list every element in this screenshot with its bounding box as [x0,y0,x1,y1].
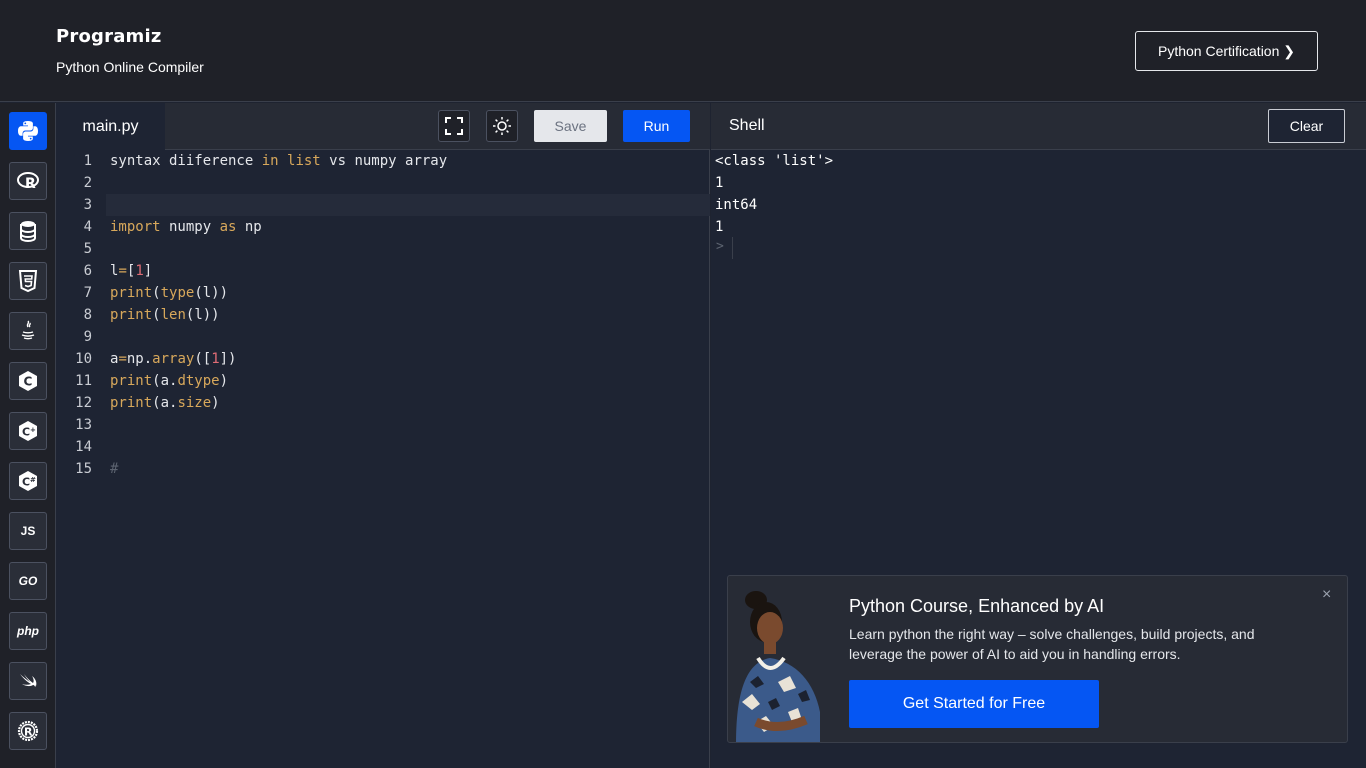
code-line[interactable]: 9 [56,326,710,348]
js-language-button[interactable]: JS [9,512,47,550]
fullscreen-icon [445,117,463,135]
promo-title: Python Course, Enhanced by AI [849,596,1105,616]
page-subtitle: Python Online Compiler [56,59,204,75]
r-language-button[interactable]: R [9,162,47,200]
code-line[interactable]: 15 # [56,458,710,480]
python-language-button[interactable] [9,112,47,150]
shell-title: Shell [729,117,765,134]
rust-icon: R [17,720,39,742]
programiz-logo[interactable]: Programiz [56,26,162,47]
database-icon [20,221,36,243]
c-icon: C [19,371,37,391]
code-line[interactable]: 3 [56,194,710,216]
sun-icon [493,117,511,135]
swift-icon [20,674,37,687]
theme-toggle-button[interactable] [486,110,518,142]
java-icon [21,320,35,340]
csharp-icon: C # [19,471,37,491]
code-line[interactable]: 6 l=[1] [56,260,710,282]
svg-text:C: C [22,426,30,439]
code-line[interactable]: 2 [56,172,710,194]
html-language-button[interactable] [9,262,47,300]
run-button[interactable]: Run [623,110,690,142]
shell-output-line: 1 [715,219,724,235]
code-line[interactable]: 4 import numpy as np [56,216,710,238]
language-sidebar: R C C + C # JS GO php R [0,103,56,768]
code-line[interactable]: 5 [56,238,710,260]
svg-text:C: C [22,476,30,489]
fullscreen-button[interactable] [438,110,470,142]
go-icon: GO [18,574,38,588]
svg-text:+: + [30,426,36,434]
svg-text:#: # [30,476,36,484]
code-line[interactable]: 10 a=np.array([1]) [56,348,710,370]
shell-prompt: > [716,239,724,254]
tab-main-py[interactable]: main.py [56,103,165,150]
c-language-button[interactable]: C [9,362,47,400]
code-line[interactable]: 14 [56,436,710,458]
get-started-button[interactable]: Get Started for Free [849,680,1099,728]
cpp-language-button[interactable]: C + [9,412,47,450]
shell-output-line: int64 [715,197,758,213]
shell-output-line: <class 'list'> [715,153,834,169]
svg-text:C: C [24,375,33,389]
editor-toolbar: main.py Save Run [56,103,710,150]
rust-language-button[interactable]: R [9,712,47,750]
js-icon: JS [20,524,36,538]
save-button[interactable]: Save [534,110,607,142]
code-editor-panel: main.py Save Run 1 syntax diiference in l… [56,103,710,768]
promo-banner: Python Course, Enhanced by AI Learn pyth… [727,575,1348,743]
close-icon[interactable]: × [1322,586,1331,604]
java-language-button[interactable] [9,312,47,350]
go-language-button[interactable]: GO [9,562,47,600]
r-icon: R [17,172,39,192]
svg-text:R: R [25,176,36,192]
swift-language-button[interactable] [9,662,47,700]
python-certification-button[interactable]: Python Certification ❯ [1135,31,1318,71]
php-icon: php [17,624,39,638]
csharp-language-button[interactable]: C # [9,462,47,500]
python-icon [18,121,38,141]
promo-description: Learn python the right way – solve chall… [849,626,1255,662]
instructor-photo [736,591,820,742]
top-header: Programiz Python Online Compiler Python … [0,0,1366,102]
svg-text:R: R [24,726,33,739]
html5-icon [18,270,38,293]
code-line[interactable]: 11 print(a.dtype) [56,370,710,392]
php-language-button[interactable]: php [9,612,47,650]
code-area[interactable]: 1 syntax diiference in list vs numpy arra… [56,150,710,768]
cpp-icon: C + [19,421,37,441]
clear-button[interactable]: Clear [1268,109,1345,143]
code-line[interactable]: 8 print(len(l)) [56,304,710,326]
code-line[interactable]: 1 syntax diiference in list vs numpy arra… [56,150,710,172]
shell-toolbar: Shell Clear [711,103,1366,150]
shell-input[interactable] [732,237,733,259]
code-line[interactable]: 12 print(a.size) [56,392,710,414]
sql-language-button[interactable] [9,212,47,250]
code-line[interactable]: 7 print(type(l)) [56,282,710,304]
shell-output-line: 1 [715,175,724,191]
code-line[interactable]: 13 [56,414,710,436]
